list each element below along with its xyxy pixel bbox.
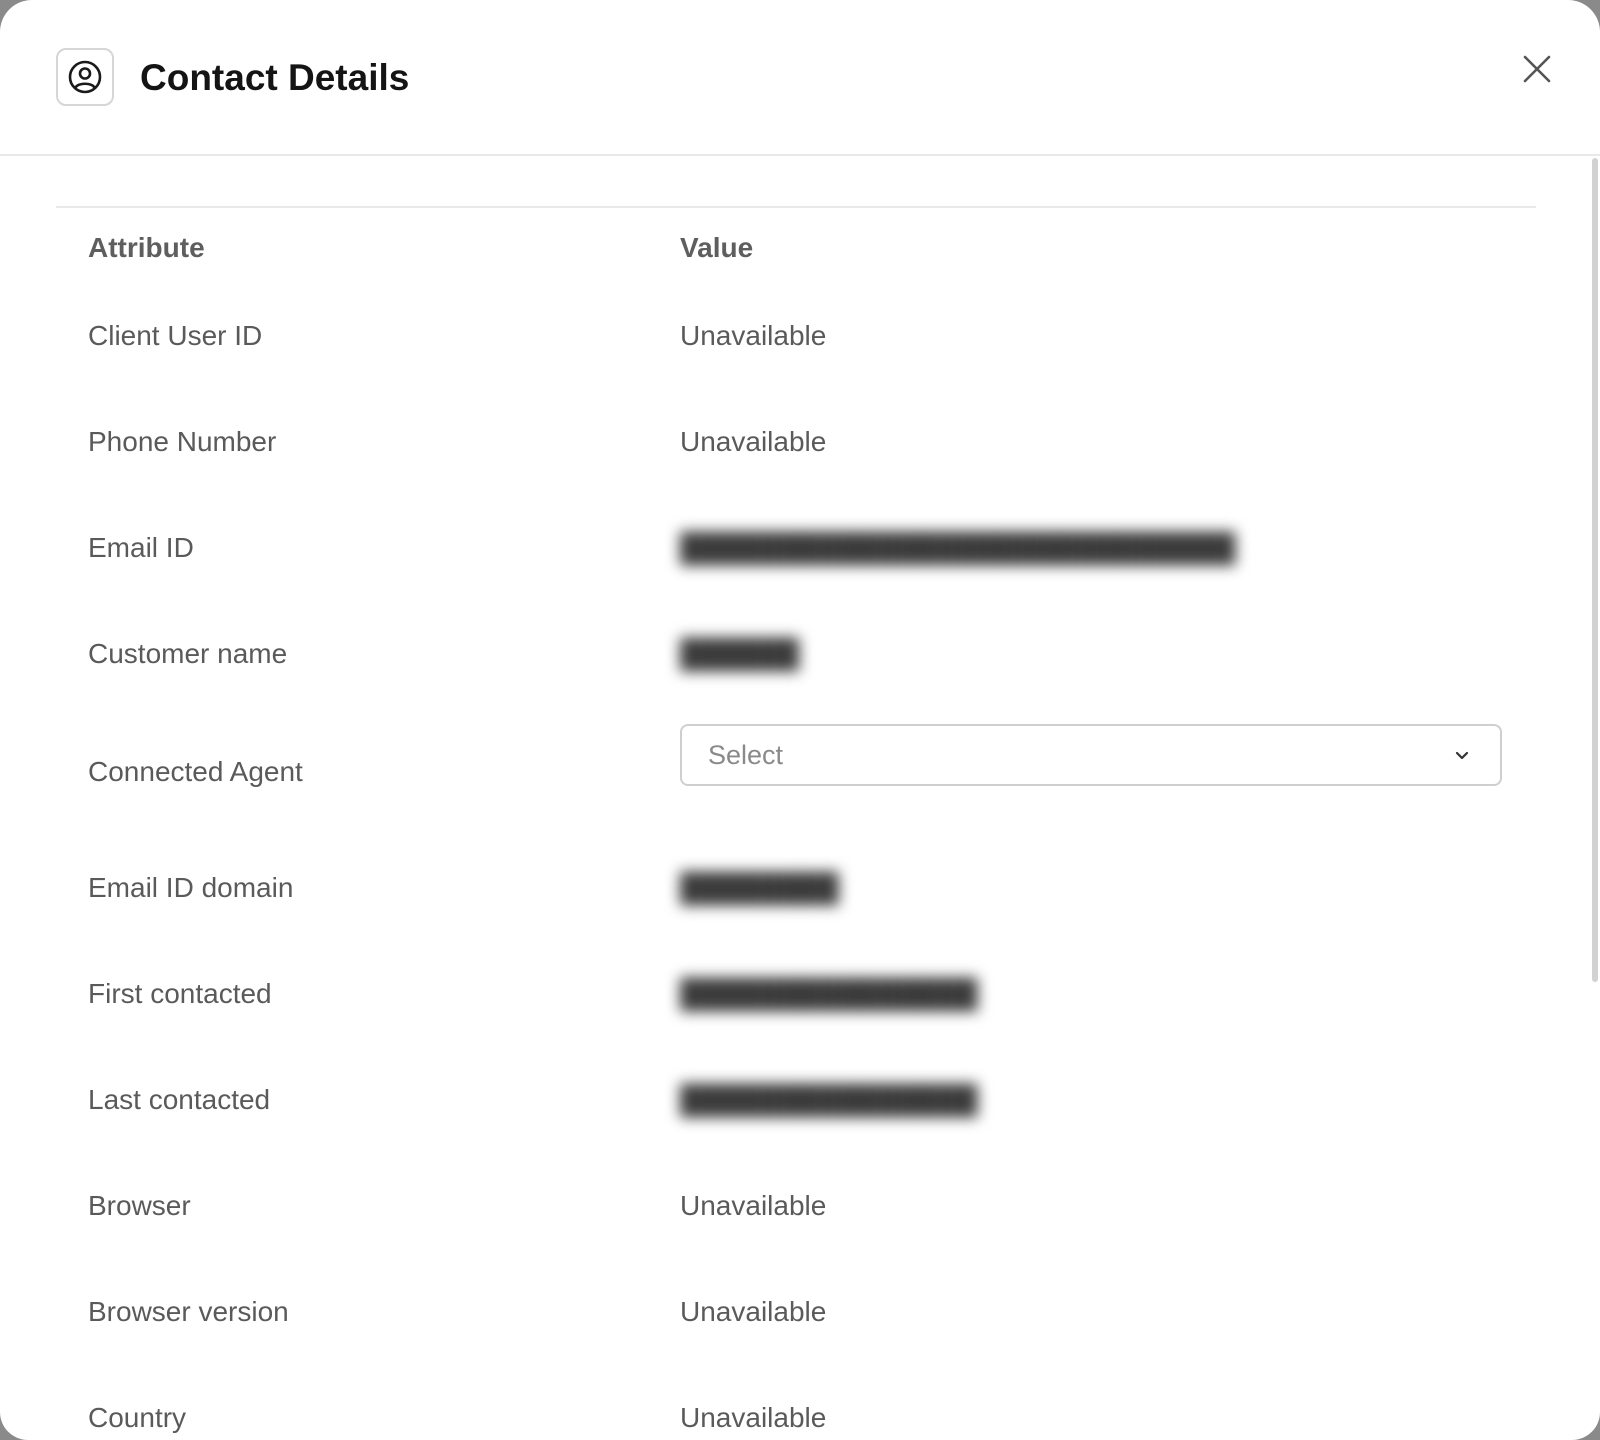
- attribute-value: Unavailable: [680, 1296, 827, 1327]
- attribute-value: Unavailable: [680, 320, 827, 351]
- close-icon: [1523, 55, 1551, 83]
- column-header-attribute: Attribute: [88, 232, 205, 263]
- attribute-label: Browser version: [88, 1296, 289, 1327]
- chevron-down-icon: [1455, 751, 1469, 760]
- attribute-label: Customer name: [88, 638, 288, 669]
- attribute-label: Last contacted: [88, 1084, 271, 1115]
- attribute-value: Unavailable: [680, 1402, 827, 1433]
- redacted-value: ███████████████: [680, 1084, 978, 1115]
- contact-details-modal: Contact Details Attribute Value Client U…: [0, 0, 1600, 1440]
- attribute-label: Connected Agent: [88, 756, 303, 787]
- select-placeholder: Select: [708, 740, 784, 770]
- attributes-table: Attribute Value Client User ID Unavailab…: [56, 206, 1536, 1433]
- attribute-label: Phone Number: [88, 426, 277, 457]
- attribute-label: First contacted: [88, 978, 272, 1009]
- attribute-label: Country: [88, 1402, 187, 1433]
- redacted-value: ████████: [680, 872, 839, 903]
- scrollbar[interactable]: [1592, 158, 1598, 982]
- redacted-value: ████████████████████████████: [680, 532, 1236, 563]
- connected-agent-select[interactable]: Select: [680, 724, 1502, 786]
- attribute-value: Unavailable: [680, 426, 827, 457]
- attribute-label: Email ID domain: [88, 872, 294, 903]
- attribute-label: Browser: [88, 1190, 191, 1221]
- modal-title: Contact Details: [140, 57, 410, 98]
- redacted-value: ███████████████: [680, 978, 978, 1009]
- modal-header: Contact Details: [0, 0, 1600, 156]
- redacted-value: ██████: [680, 638, 800, 669]
- attribute-label: Client User ID: [88, 320, 263, 351]
- user-circle-icon: [56, 48, 114, 106]
- attribute-value: Unavailable: [680, 1190, 827, 1221]
- column-header-value: Value: [680, 232, 754, 263]
- close-button[interactable]: [1516, 48, 1558, 90]
- attribute-label: Email ID: [88, 532, 194, 563]
